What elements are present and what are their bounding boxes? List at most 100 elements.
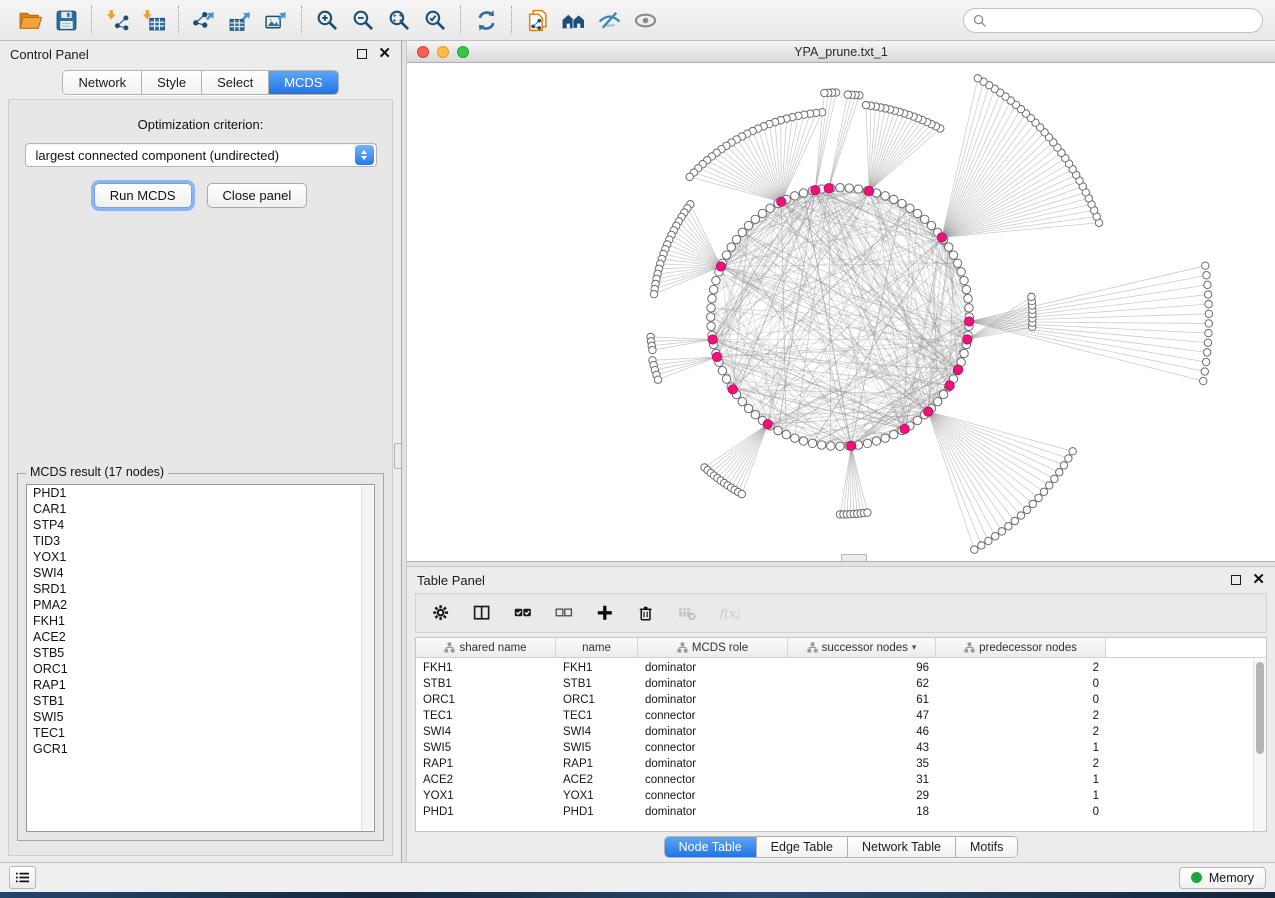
show-all-button[interactable] <box>627 4 663 36</box>
mcds-result-item[interactable]: SWI4 <box>27 565 374 581</box>
mcds-result-item[interactable]: STB1 <box>27 693 374 709</box>
mcds-result-item[interactable]: TEC1 <box>27 725 374 741</box>
minimize-window-icon[interactable] <box>437 46 449 58</box>
column-header-mcds-role[interactable]: MCDS role <box>638 638 788 657</box>
column-header-name[interactable]: name <box>556 638 638 657</box>
mcds-result-item[interactable]: SWI5 <box>27 709 374 725</box>
memory-status-icon <box>1191 872 1202 883</box>
tab-style[interactable]: Style <box>142 71 202 94</box>
table-cell: ORC1 <box>556 694 638 706</box>
table-settings-button[interactable] <box>429 601 453 625</box>
column-header-successor-nodes[interactable]: successor nodes▾ <box>788 638 936 657</box>
tab-network[interactable]: Network <box>63 71 142 94</box>
optimization-criterion-select[interactable]: largest connected component (undirected) <box>25 143 377 167</box>
mcds-result-item[interactable]: STP4 <box>27 517 374 533</box>
close-table-panel-icon[interactable]: ✕ <box>1252 575 1265 585</box>
close-panel-button[interactable]: Close panel <box>207 183 308 208</box>
table-scrollbar[interactable] <box>1253 659 1266 831</box>
mcds-result-item[interactable]: TID3 <box>27 533 374 549</box>
mcds-list-scrollbar[interactable] <box>361 486 373 830</box>
column-label: predecessor nodes <box>979 642 1077 654</box>
table-cell: STB1 <box>556 678 638 690</box>
table-row[interactable]: YOX1YOX1connector291 <box>416 788 1266 804</box>
maximize-window-icon[interactable] <box>457 46 469 58</box>
zoom-selected-icon <box>423 8 448 33</box>
import-table-button[interactable] <box>135 4 171 36</box>
export-image-button[interactable] <box>258 4 294 36</box>
table-scrollbar-thumb[interactable] <box>1256 662 1264 754</box>
network-graph[interactable] <box>407 63 1275 561</box>
table-row[interactable]: ACE2ACE2connector311 <box>416 772 1266 788</box>
table-row[interactable]: PHD1PHD1dominator180 <box>416 804 1266 820</box>
horizontal-splitter-handle[interactable] <box>841 554 867 562</box>
mcds-result-item[interactable]: GCR1 <box>27 741 374 757</box>
table-cell: 0 <box>936 694 1106 706</box>
table-cell: 0 <box>936 678 1106 690</box>
run-mcds-button[interactable]: Run MCDS <box>94 183 192 208</box>
table-cell: 2 <box>936 710 1106 722</box>
table-cell: 18 <box>788 806 936 818</box>
columns-icon <box>472 603 493 624</box>
table-row[interactable]: SWI5SWI5connector431 <box>416 740 1266 756</box>
table-row[interactable]: TEC1TEC1connector472 <box>416 708 1266 724</box>
mcds-result-list[interactable]: PHD1CAR1STP4TID3YOX1SWI4SRD1PMA2FKH1ACE2… <box>26 484 375 832</box>
table-cell: FKH1 <box>556 662 638 674</box>
network-window-titlebar[interactable]: YPA_prune.txt_1 <box>407 41 1275 63</box>
automation-panel-button[interactable] <box>9 866 36 889</box>
zoom-out-button[interactable] <box>345 4 381 36</box>
horizontal-splitter[interactable] <box>407 561 1275 567</box>
float-panel-icon[interactable] <box>357 49 367 59</box>
tab-motifs[interactable]: Motifs <box>956 837 1017 857</box>
tab-node-table[interactable]: Node Table <box>665 837 757 857</box>
table-row[interactable]: RAP1RAP1dominator352 <box>416 756 1266 772</box>
tab-edge-table[interactable]: Edge Table <box>757 837 848 857</box>
export-table-button[interactable] <box>222 4 258 36</box>
memory-button[interactable]: Memory <box>1179 867 1266 889</box>
mcds-result-item[interactable]: RAP1 <box>27 677 374 693</box>
mcds-result-item[interactable]: ACE2 <box>27 629 374 645</box>
mcds-result-item[interactable]: PMA2 <box>27 597 374 613</box>
column-header-predecessor-nodes[interactable]: predecessor nodes <box>936 638 1106 657</box>
hide-selected-button[interactable] <box>591 4 627 36</box>
table-row[interactable]: FKH1FKH1dominator962 <box>416 660 1266 676</box>
clone-network-button[interactable] <box>519 4 555 36</box>
table-row[interactable]: STB1STB1dominator620 <box>416 676 1266 692</box>
save-session-button[interactable] <box>48 4 84 36</box>
tab-select[interactable]: Select <box>202 71 269 94</box>
mcds-result-item[interactable]: SRD1 <box>27 581 374 597</box>
search-box[interactable] <box>963 8 1263 33</box>
vertical-splitter-handle[interactable] <box>394 443 402 469</box>
deselect-all-rows-button[interactable] <box>552 601 576 625</box>
table-row[interactable]: SWI4SWI4dominator462 <box>416 724 1266 740</box>
first-neighbors-button[interactable] <box>555 4 591 36</box>
mcds-result-item[interactable]: ORC1 <box>27 661 374 677</box>
table-row[interactable]: ORC1ORC1dominator610 <box>416 692 1266 708</box>
zoom-in-button[interactable] <box>309 4 345 36</box>
network-canvas[interactable] <box>407 63 1275 561</box>
search-input[interactable] <box>992 12 1253 29</box>
export-network-button[interactable] <box>186 4 222 36</box>
tab-mcds[interactable]: MCDS <box>269 71 337 94</box>
zoom-fit-button[interactable] <box>381 4 417 36</box>
delete-column-button[interactable] <box>634 601 658 625</box>
select-all-rows-button[interactable] <box>511 601 535 625</box>
trash-icon <box>636 603 657 624</box>
column-header-shared-name[interactable]: shared name <box>416 638 556 657</box>
close-panel-icon[interactable]: ✕ <box>378 49 391 59</box>
close-window-icon[interactable] <box>417 46 429 58</box>
table-toolbar: f(x) <box>415 593 1267 633</box>
mcds-result-item[interactable]: FKH1 <box>27 613 374 629</box>
add-column-button[interactable] <box>593 601 617 625</box>
mcds-result-item[interactable]: STB5 <box>27 645 374 661</box>
float-table-panel-icon[interactable] <box>1231 575 1241 585</box>
tab-network-table[interactable]: Network Table <box>848 837 956 857</box>
open-file-button[interactable] <box>12 4 48 36</box>
apply-layout-button[interactable] <box>468 4 504 36</box>
import-network-button[interactable] <box>99 4 135 36</box>
show-columns-button[interactable] <box>470 601 494 625</box>
table-cell: connector <box>638 774 788 786</box>
mcds-result-item[interactable]: YOX1 <box>27 549 374 565</box>
zoom-selected-button[interactable] <box>417 4 453 36</box>
mcds-result-item[interactable]: PHD1 <box>27 485 374 501</box>
mcds-result-item[interactable]: CAR1 <box>27 501 374 517</box>
